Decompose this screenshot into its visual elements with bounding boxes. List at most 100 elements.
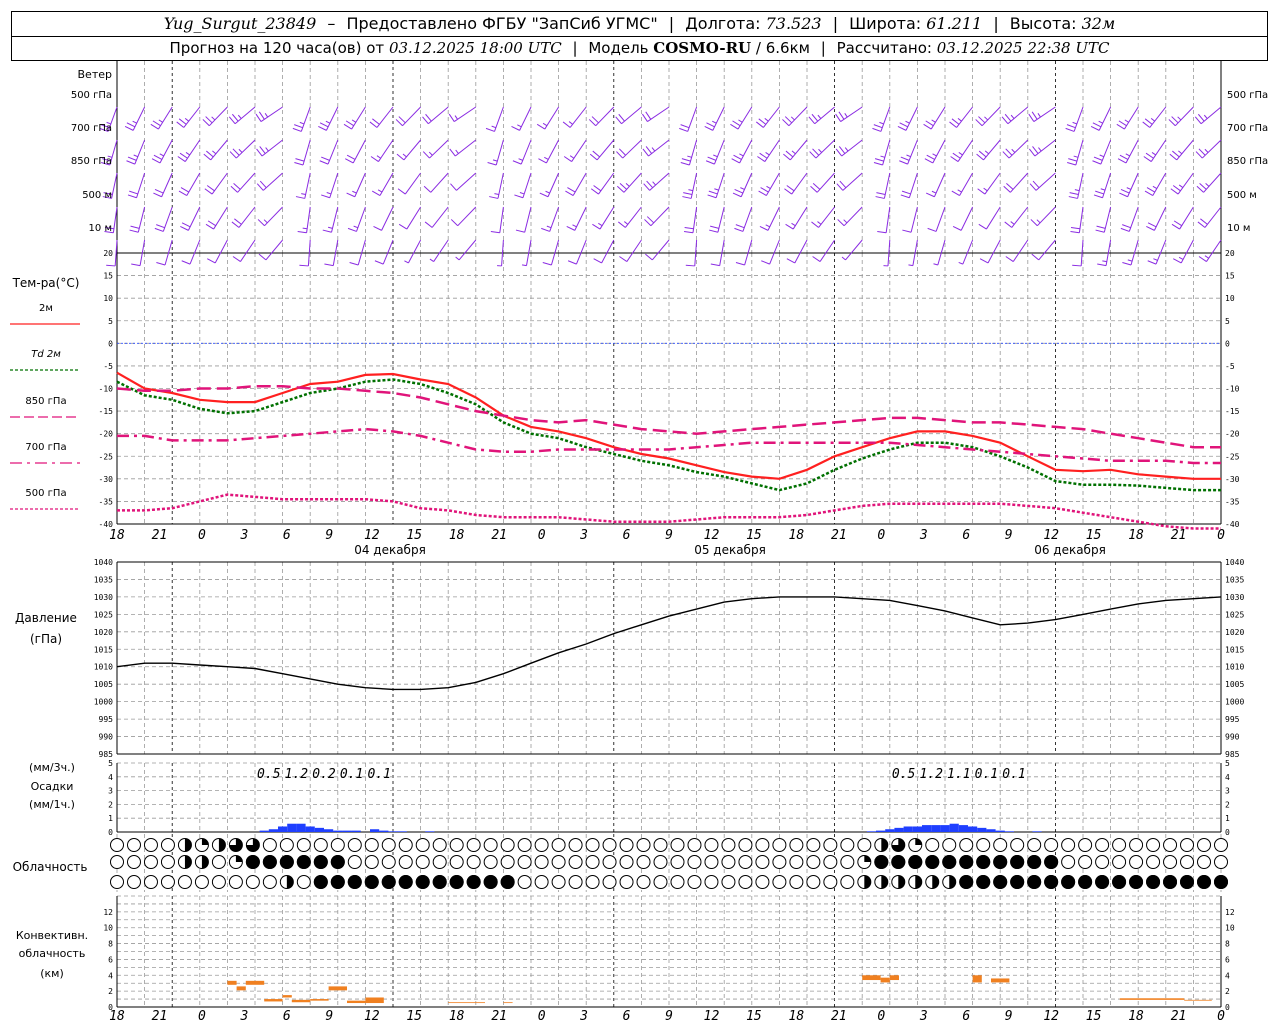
conv-cloud-bar (245, 980, 265, 985)
wind-barb-flag (1198, 256, 1207, 262)
y-tick-label: 1025 (94, 610, 113, 619)
y-tick-label: -35 (1225, 497, 1240, 506)
wind-level-label: 850 гПа (71, 156, 112, 167)
y-tick-label: 0 (1225, 339, 1230, 348)
x-tick-label: 0 (538, 528, 546, 543)
x-tick-label: 3 (239, 1009, 248, 1024)
x-tick-label: 18 (789, 1009, 805, 1024)
wind-barb-shaft (1102, 172, 1112, 198)
y-tick-label: 1035 (1225, 575, 1244, 584)
cloud-cover-circle (959, 838, 974, 852)
wind-barb-shaft (983, 139, 1001, 161)
wind-barb-shaft (376, 106, 394, 128)
cloud-cover-circle (364, 855, 379, 869)
wind-barb-flag (129, 229, 139, 233)
wind-barb-flag (299, 264, 309, 267)
wind-barb-shaft (792, 206, 808, 230)
wind-barb-flag (177, 156, 186, 162)
wind-barb-shaft (134, 139, 146, 165)
wind-barb-flag (1144, 118, 1153, 125)
precip-bar (922, 825, 932, 832)
cloud-cover-circle (721, 838, 736, 852)
wind-barb-shaft (187, 206, 201, 231)
wind-barb-flag (324, 263, 334, 267)
x-tick-label: 6 (962, 528, 970, 543)
wind-barb-shaft (845, 239, 863, 261)
x-tick-label: 21 (491, 1009, 507, 1024)
cloud-cover-circle (568, 855, 583, 869)
wind-barb-flag (818, 148, 823, 153)
y-tick-label: 0 (1225, 1003, 1230, 1012)
y-tick-label: -30 (1225, 475, 1240, 484)
conv-cloud-bar (291, 999, 311, 1003)
wind-barb-flag (844, 147, 849, 152)
cloud-cover-circle (126, 855, 141, 869)
wind-barb-flag (428, 151, 433, 156)
wind-barb-flag (1195, 151, 1203, 159)
wind-barb-flag (906, 154, 911, 158)
wind-barb-flag (1146, 225, 1155, 231)
wind-barb-shaft (356, 206, 366, 232)
wind-barb-flag (1198, 148, 1206, 156)
cloud-cover-fill (398, 875, 413, 889)
wind-barb-flag (1117, 158, 1127, 164)
wind-barb-flag (259, 146, 266, 154)
wind-barb-flag (1010, 221, 1015, 225)
cloud-cover-circle (432, 855, 447, 869)
cloud-cover-circle (500, 838, 515, 852)
wind-barb-shaft (164, 239, 173, 266)
wind-barb-flag (494, 193, 499, 196)
x-tick-label: 21 (831, 1009, 847, 1024)
wind-barb-shaft (211, 172, 228, 195)
x-tick-label: 15 (1086, 1009, 1102, 1024)
wind-barb-flag (1151, 151, 1157, 156)
wind-barb-flag (616, 151, 624, 159)
wind-barb-flag (1097, 263, 1107, 267)
wind-barb-shaft (354, 172, 366, 197)
wind-barb-flag (297, 230, 307, 234)
wind-barb-flag (1122, 262, 1132, 266)
wind-barb-shaft (499, 206, 504, 233)
cloud-cover-fill (1010, 875, 1025, 889)
cloud-cover-circle (177, 875, 192, 889)
wind-barb-flag (1196, 185, 1204, 193)
x-tick-label: 0 (877, 528, 885, 543)
cloud-cover-fill (1044, 875, 1059, 889)
wind-barb-shaft (1123, 106, 1139, 130)
y-tick-label: 4 (1225, 971, 1230, 980)
wind-barb-flag (1031, 253, 1040, 261)
precip-bar (305, 826, 315, 832)
wind-barb-flag (705, 160, 715, 165)
wind-barb-flag (203, 153, 212, 161)
wind-barb-shaft (1077, 172, 1084, 199)
precip-bar (876, 830, 886, 832)
x-tick-label: 18 (109, 1009, 125, 1024)
wind-barb-shaft (381, 206, 394, 231)
wind-barb-flag (784, 188, 793, 195)
wind-barb-flag (651, 147, 656, 152)
cloud-cover-circle (1214, 855, 1228, 869)
cloud-cover-circle (806, 838, 821, 852)
wind-barb-shaft (1149, 106, 1167, 128)
wind-barb-flag (178, 190, 188, 196)
wind-barb-flag (238, 148, 243, 153)
wind-barb-flag (1031, 111, 1038, 120)
cloud-cover-fill (1010, 855, 1025, 869)
wind-barb-flag (514, 194, 524, 199)
x-tick-label: 21 (831, 528, 847, 543)
cloud-cover-fill (330, 875, 345, 889)
cloud-cover-circle (653, 875, 668, 889)
wind-barb-shaft (819, 239, 836, 262)
y-tick-label: 1 (1225, 814, 1230, 823)
wind-barb-flag (1116, 123, 1125, 130)
wind-barb-shaft (647, 106, 670, 122)
wind-barb-flag (131, 263, 141, 267)
wind-barb-flag (1066, 124, 1076, 129)
cloud-cover-circle (551, 855, 566, 869)
x-tick-label: 15 (1086, 528, 1102, 543)
wind-barb-flag (902, 229, 912, 233)
cloud-cover-circle (1197, 855, 1212, 869)
wind-barb-flag (1096, 225, 1106, 229)
precip-total-label: 0.5 (257, 767, 281, 782)
x-tick-label: 21 (152, 1009, 168, 1024)
